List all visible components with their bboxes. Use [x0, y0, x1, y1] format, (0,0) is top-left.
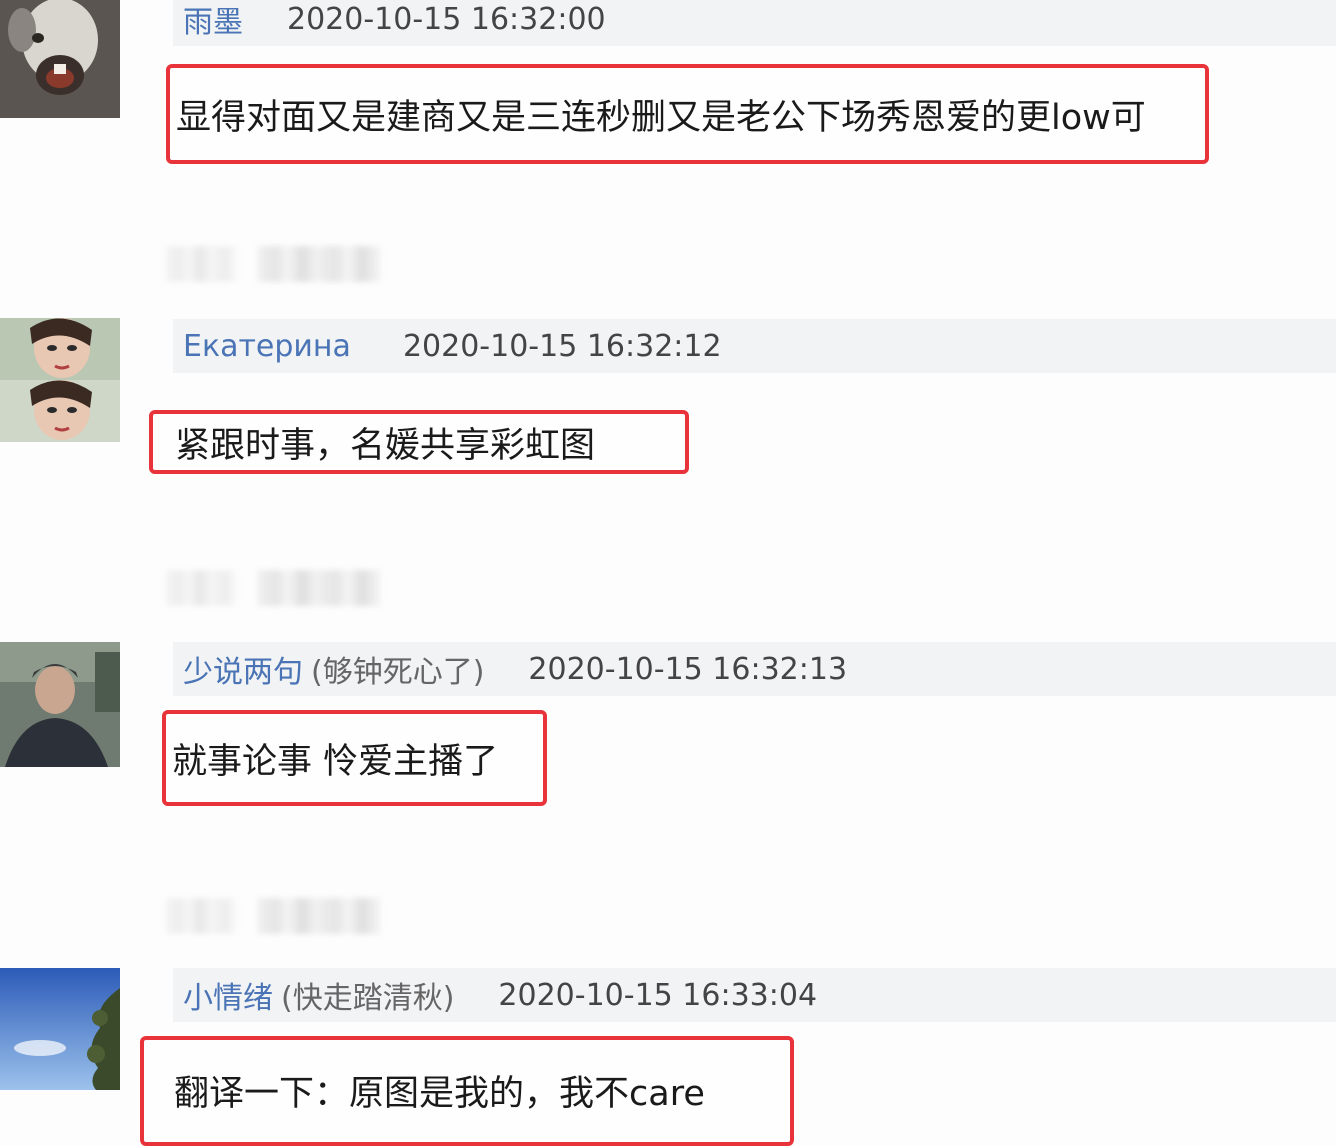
highlighted-comment-text: 紧跟时事，名媛共享彩虹图: [149, 410, 689, 474]
blurred-content: [166, 570, 236, 606]
comment-header: Екатерина 2020-10-15 16:32:12: [173, 319, 1336, 373]
username-link[interactable]: 少说两句: [183, 647, 303, 691]
blurred-content: [166, 246, 236, 282]
timestamp: 2020-10-15 16:32:13: [528, 651, 848, 687]
comment-header: 雨墨 2020-10-15 16:32:00: [173, 0, 1336, 46]
rabbit-avatar-icon[interactable]: [0, 0, 120, 118]
comment-header: 少说两句 (够钟死心了) 2020-10-15 16:32:13: [173, 642, 1336, 696]
highlighted-comment-text: 就事论事 怜爱主播了: [162, 710, 547, 806]
username-link[interactable]: Екатерина: [183, 329, 351, 364]
timestamp: 2020-10-15 16:33:04: [498, 977, 818, 1013]
comment-text: 就事论事 怜爱主播了: [172, 741, 499, 782]
timestamp: 2020-10-15 16:32:00: [287, 1, 606, 37]
nickname: (够钟死心了): [311, 655, 485, 690]
blurred-content: [258, 246, 380, 282]
timestamp: 2020-10-15 16:32:12: [402, 328, 722, 364]
blurred-content: [166, 898, 236, 934]
highlighted-comment-text: 翻译一下：原图是我的，我不care: [140, 1036, 794, 1146]
comment-text: 紧跟时事，名媛共享彩虹图: [175, 425, 596, 466]
nickname: (快走踏清秋): [281, 981, 455, 1016]
comment-text: 显得对面又是建商又是三连秒删又是老公下场秀恩爱的更low可: [176, 97, 1146, 138]
person-photo-avatar-icon[interactable]: [0, 642, 120, 767]
username-link[interactable]: 雨墨: [183, 0, 243, 41]
username-link[interactable]: 小情绪: [183, 973, 273, 1017]
comment-text: 翻译一下：原图是我的，我不care: [174, 1073, 705, 1114]
sky-tree-avatar-icon[interactable]: [0, 968, 120, 1090]
blurred-content: [258, 898, 380, 934]
comment-header: 小情绪 (快走踏清秋) 2020-10-15 16:33:04: [173, 968, 1336, 1022]
highlighted-comment-text: 显得对面又是建商又是三连秒删又是老公下场秀恩爱的更low可: [166, 64, 1209, 164]
woman-face-avatar-icon[interactable]: [0, 318, 120, 442]
blurred-content: [258, 570, 380, 606]
